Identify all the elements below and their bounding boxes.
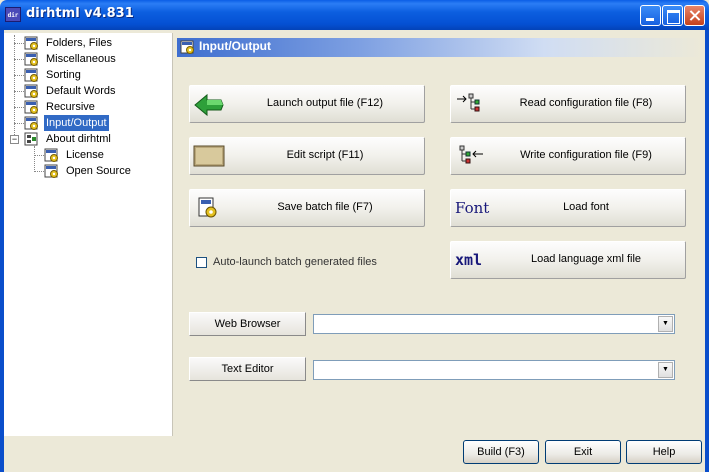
text-editor-label: Text Editor xyxy=(221,363,274,375)
edit-script-button[interactable]: Edit script (F11) xyxy=(189,137,425,175)
tree-item-label: Open Source xyxy=(66,165,131,177)
tree-connector xyxy=(34,146,35,172)
gear-doc-icon xyxy=(24,116,38,130)
xml-icon: xml xyxy=(455,251,483,269)
text-editor-button[interactable]: Text Editor xyxy=(189,357,306,381)
gear-doc-icon xyxy=(24,36,38,50)
tree-item-label: Default Words xyxy=(46,85,116,97)
tree-item-label: Recursive xyxy=(46,101,95,113)
save-batch-label: Save batch file (F7) xyxy=(277,201,373,213)
collapse-toggle[interactable]: − xyxy=(10,135,19,144)
auto-launch-label: Auto-launch batch generated files xyxy=(213,256,377,268)
read-config-label: Read configuration file (F8) xyxy=(519,97,653,109)
gear-doc-icon xyxy=(24,68,38,82)
web-browser-button[interactable]: Web Browser xyxy=(189,312,306,336)
chevron-down-icon[interactable]: ▼ xyxy=(658,316,673,332)
web-browser-select[interactable]: ▼ xyxy=(313,314,675,334)
panel-header: Input/Output xyxy=(177,38,702,57)
exit-button[interactable]: Exit xyxy=(545,440,621,464)
script-icon xyxy=(193,145,225,167)
gear-doc-icon xyxy=(44,148,58,162)
tree-connector xyxy=(14,75,24,76)
navigation-tree[interactable]: − Folders, Files Miscellaneous Sorting D… xyxy=(4,33,173,436)
close-button[interactable] xyxy=(684,5,705,26)
tree-item-label: Miscellaneous xyxy=(46,53,116,65)
launch-output-label: Launch output file (F12) xyxy=(266,97,384,109)
panel-title: Input/Output xyxy=(199,39,271,53)
launch-output-button[interactable]: Launch output file (F12) xyxy=(189,85,425,123)
load-font-button[interactable]: Font Load font xyxy=(450,189,686,227)
write-config-label: Write configuration file (F9) xyxy=(520,149,652,161)
tree-connector xyxy=(14,107,24,108)
auto-launch-checkbox[interactable] xyxy=(196,257,207,268)
tree-connector xyxy=(34,171,44,172)
gear-doc-icon xyxy=(24,100,38,114)
window-title: dirhtml v4.831 xyxy=(26,6,134,21)
build-label: Build (F3) xyxy=(477,446,525,458)
launch-arrow-icon xyxy=(194,93,224,117)
tree-connector xyxy=(14,123,24,124)
text-editor-select[interactable]: ▼ xyxy=(313,360,675,380)
font-icon: Font xyxy=(455,199,490,217)
edit-script-label: Edit script (F11) xyxy=(286,149,364,161)
tree-connector xyxy=(14,59,24,60)
tree-connector xyxy=(14,91,24,92)
tree-item-label: Folders, Files xyxy=(46,37,113,49)
tree-item-label: About dirhtml xyxy=(46,133,111,145)
save-batch-button[interactable]: Save batch file (F7) xyxy=(189,189,425,227)
load-language-xml-label: Load language xml file xyxy=(530,253,642,265)
gear-doc-icon xyxy=(24,52,38,66)
load-language-xml-button[interactable]: xml Load language xml file xyxy=(450,241,686,279)
window-frame-right xyxy=(705,30,709,472)
help-label: Help xyxy=(652,446,676,458)
maximize-button[interactable] xyxy=(662,5,683,26)
tree-connector xyxy=(14,43,24,44)
help-button[interactable]: Help xyxy=(626,440,702,464)
exit-label: Exit xyxy=(573,446,593,458)
write-config-icon xyxy=(459,145,483,164)
tree-item-label: License xyxy=(66,149,104,161)
tree-connector xyxy=(34,155,44,156)
gear-doc-icon xyxy=(24,84,38,98)
app-icon: dir xyxy=(5,7,21,22)
minimize-button[interactable] xyxy=(640,5,661,26)
read-config-button[interactable]: Read configuration file (F8) xyxy=(450,85,686,123)
load-font-label: Load font xyxy=(563,201,609,213)
tree-item-label: Sorting xyxy=(46,69,81,81)
tree-item-label: Input/Output xyxy=(44,115,109,131)
about-icon xyxy=(24,132,38,146)
read-config-icon xyxy=(457,93,480,112)
gear-doc-icon xyxy=(180,40,194,54)
save-batch-icon xyxy=(198,197,217,218)
write-config-button[interactable]: Write configuration file (F9) xyxy=(450,137,686,175)
title-bar[interactable]: dir dirhtml v4.831 xyxy=(0,0,709,30)
gear-doc-icon xyxy=(44,164,58,178)
build-button[interactable]: Build (F3) xyxy=(463,440,539,464)
chevron-down-icon[interactable]: ▼ xyxy=(658,362,673,378)
web-browser-label: Web Browser xyxy=(214,318,281,330)
